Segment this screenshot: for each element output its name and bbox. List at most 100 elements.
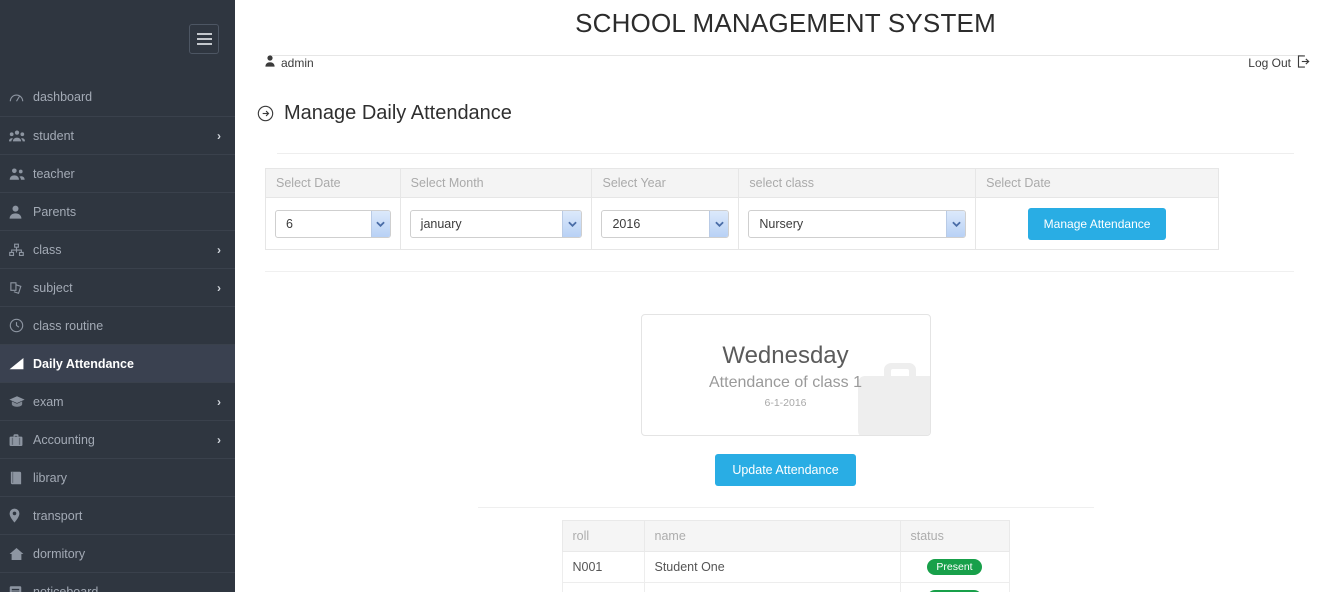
filter-header-action: Select Date [975,168,1219,198]
sidebar-item-exam[interactable]: exam › [0,382,235,420]
chevron-down-icon [562,210,582,237]
manage-attendance-button[interactable]: Manage Attendance [1027,207,1167,240]
sidebar-item-label: dormitory [33,546,86,561]
filter-cell-year: 2016 [591,197,740,250]
students-group-icon [9,129,33,143]
roster-header-row: roll name status [561,520,1010,552]
chevron-right-icon: › [217,242,221,257]
filter-panel: Select Date Select Month Select Year sel… [235,154,1336,250]
roster-header-name: name [643,520,901,552]
sidebar-item-parents[interactable]: Parents [0,192,235,230]
sidebar-item-label: Parents [33,204,77,219]
chevron-down-icon [709,210,729,237]
roster-cell-roll: N002 [561,582,645,592]
select-class-dropdown[interactable]: Nursery [748,209,967,238]
briefcase-icon [9,433,33,447]
book-icon [9,471,33,485]
sidebar-item-student[interactable]: student › [0,116,235,154]
roster-cell-status: Present [899,582,1010,592]
logout-button[interactable]: Log Out [1248,55,1310,71]
page-title: Manage Daily Attendance [284,102,512,124]
roster-cell-name: Ambika Ghaiwatkar [643,582,901,592]
sidebar-item-accounting[interactable]: Accounting › [0,420,235,458]
attendance-roster-table: roll name status N001Student OnePresentN… [561,520,1010,592]
sidebar-item-label: dashboard [33,90,93,104]
briefcase-watermark-icon [852,354,930,435]
roster-cell-name: Student One [643,551,901,583]
update-attendance-button[interactable]: Update Attendance [715,454,856,486]
roster-body: N001Student OnePresentN002Ambika Ghaiwat… [561,551,1010,592]
sidebar-item-label: student [33,128,75,143]
current-user: admin [265,55,314,70]
select-month-dropdown[interactable]: january [409,209,583,238]
select-date-value: 6 [286,216,293,231]
menu-toggle-button[interactable] [189,24,219,54]
logout-label: Log Out [1248,56,1291,70]
sidebar-item-label: exam [33,394,64,409]
select-year-dropdown[interactable]: 2016 [601,209,730,238]
sidebar-header [0,0,235,78]
sidebar-item-label: class routine [33,318,104,333]
chevron-right-icon: › [217,432,221,447]
sidebar-item-library[interactable]: library [0,458,235,496]
table-row: N001 Student One Present [561,551,1010,583]
graduation-cap-icon [9,395,33,408]
hamburger-bar [196,38,212,40]
sidebar-item-label: noticeboard [33,584,99,592]
chevron-down-icon [370,210,390,237]
subject-book-icon [9,281,33,295]
sidebar-item-label: transport [33,508,83,523]
sidebar-nav: dashboard student › teacher Parents class › sub… [0,78,235,592]
attendance-summary-card: Wednesday Attendance of class 1 6-1-2016 [640,314,931,436]
sidebar-item-teacher[interactable]: teacher [0,154,235,192]
chevron-right-icon: › [217,394,221,409]
hamburger-bar [196,33,212,35]
arrow-circle-right-icon [257,105,274,122]
sidebar-item-class-routine[interactable]: class routine [0,306,235,344]
sidebar-item-label: class [33,242,62,257]
table-row: N002Ambika GhaiwatkarPresent [561,582,1010,592]
select-date-dropdown[interactable]: 6 [275,209,391,238]
main-content: SCHOOL MANAGEMENT SYSTEM admin Log Out M… [235,0,1336,592]
filter-header-class: select class [738,168,977,198]
chevron-right-icon: › [217,128,221,143]
sidebar-item-subject[interactable]: subject › [0,268,235,306]
noticeboard-icon [9,585,33,592]
sidebar-item-class[interactable]: class › [0,230,235,268]
filter-header-year: Select Year [591,168,740,198]
roster-cell-status: Present [899,551,1010,583]
sidebar-item-daily-attendance[interactable]: Daily Attendance [0,344,235,382]
filter-cell-action: Manage Attendance [975,197,1219,250]
user-icon [265,55,275,70]
sidebar-item-label: library [33,470,68,485]
filter-cell-class: Nursery [738,197,977,250]
sign-out-icon [1297,55,1310,71]
teachers-icon [9,167,33,181]
hamburger-bar [196,43,212,45]
roster-header-roll: roll [561,520,645,552]
sidebar: dashboard student › teacher Parents class › sub… [0,0,235,592]
parent-user-icon [9,205,33,219]
page-heading: Manage Daily Attendance [235,79,1336,125]
chevron-right-icon: › [217,280,221,295]
sidebar-item-dormitory[interactable]: dormitory [0,534,235,572]
divider-below-filters [265,271,1294,272]
sidebar-item-label: Daily Attendance [33,356,134,371]
sidebar-item-dashboard[interactable]: dashboard [0,78,235,116]
status-badge[interactable]: Present [927,558,982,576]
sitemap-icon [9,243,33,257]
home-icon [9,547,33,561]
app-title: SCHOOL MANAGEMENT SYSTEM [575,7,996,38]
bar-chart-icon [9,357,33,370]
user-name: admin [281,55,314,70]
roster-cell-roll: N001 [561,551,645,583]
roster-area: roll name status N001Student OnePresentN… [235,520,1336,592]
sidebar-item-transport[interactable]: transport [0,496,235,534]
select-class-value: Nursery [759,216,804,231]
filter-header-month: Select Month [399,168,593,198]
attendance-subtitle: Attendance of class 1 [709,373,862,391]
attendance-date: 6-1-2016 [764,396,807,409]
sidebar-item-noticeboard[interactable]: noticeboard [0,572,235,592]
attendance-card-area: Wednesday Attendance of class 1 6-1-2016 [235,314,1336,436]
app-title-bar: SCHOOL MANAGEMENT SYSTEM [235,0,1336,46]
